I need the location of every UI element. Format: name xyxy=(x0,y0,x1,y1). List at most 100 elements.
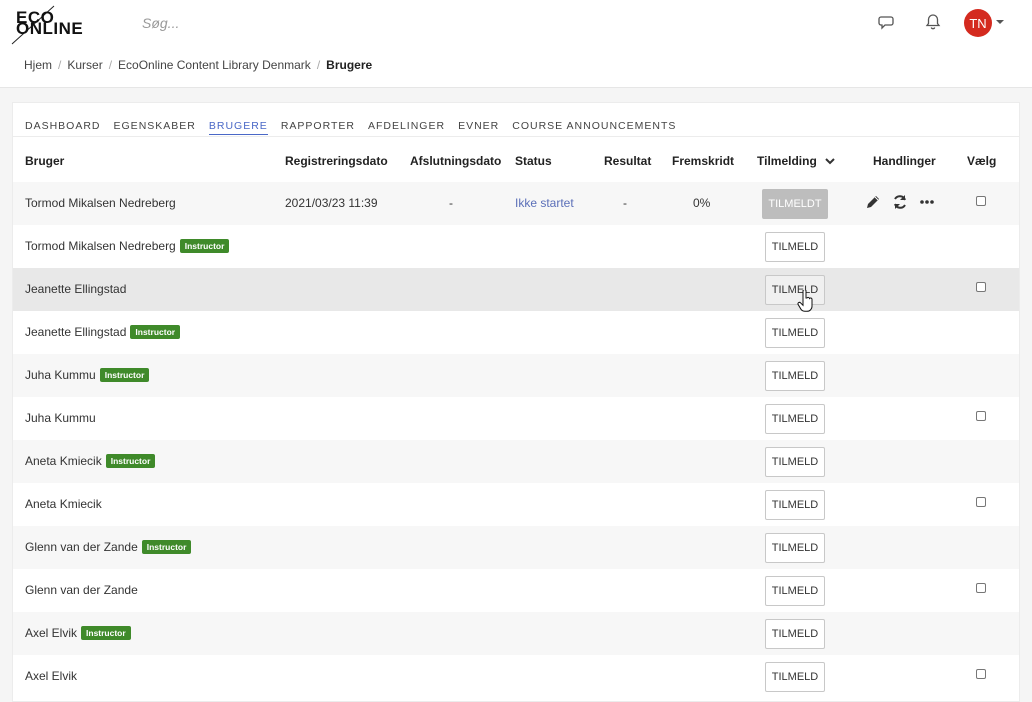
user-name-text: Axel Elvik xyxy=(25,626,78,640)
user-name-text: Tormod Mikalsen Nedreberg xyxy=(25,239,176,253)
header-progress[interactable]: Fremskridt xyxy=(672,154,734,168)
top-bar: ECO ONLINE TN xyxy=(0,0,1032,46)
enroll-button[interactable]: TILMELD xyxy=(765,361,825,391)
header-completed[interactable]: Afslutningsdato xyxy=(410,154,501,168)
tab-dashboard[interactable]: DASHBOARD xyxy=(25,120,101,135)
table-row: Juha Kummu Instructor TILMELD xyxy=(13,354,1019,397)
user-name: Juha Kummu Instructor xyxy=(25,368,150,382)
enroll-button[interactable]: TILMELD xyxy=(765,318,825,348)
enroll-button[interactable]: TILMELD xyxy=(765,232,825,262)
enroll-button[interactable]: TILMELD xyxy=(765,662,825,692)
instructor-badge: Instructor xyxy=(105,454,156,468)
instructor-badge: Instructor xyxy=(81,626,131,640)
more-options-icon[interactable] xyxy=(919,194,935,210)
breadcrumb: Hjem / Kurser / EcoOnline Content Library … xyxy=(24,58,373,72)
header-select: Vælg xyxy=(967,154,997,168)
table-row: Axel Elvik Instructor TILMELD xyxy=(13,612,1019,655)
instructor-badge: Instructor xyxy=(130,325,181,339)
select-checkbox[interactable] xyxy=(976,669,986,679)
completed-date: - xyxy=(449,196,453,210)
user-name-text: Juha Kummu xyxy=(25,368,96,382)
econline-logo[interactable]: ECO ONLINE xyxy=(10,4,90,46)
user-name: Jeanette Ellingstad Instructor xyxy=(25,325,181,339)
user-name: Aneta Kmiecik xyxy=(25,497,102,511)
bell-icon[interactable] xyxy=(924,13,942,31)
enroll-button[interactable]: TILMELD xyxy=(765,404,825,434)
user-avatar[interactable]: TN xyxy=(964,9,992,37)
user-name-text: Glenn van der Zande xyxy=(25,583,138,597)
table-row: Juha Kummu TILMELD xyxy=(13,397,1019,440)
header-result[interactable]: Resultat xyxy=(604,154,651,168)
enroll-button[interactable]: TILMELD xyxy=(765,447,825,477)
enroll-button[interactable]: TILMELD xyxy=(765,619,825,649)
user-name: Axel Elvik Instructor xyxy=(25,626,131,640)
select-checkbox[interactable] xyxy=(976,282,986,292)
user-name-text: Axel Elvik xyxy=(25,669,78,683)
enroll-button[interactable]: TILMELD xyxy=(765,533,825,563)
breadcrumb-item[interactable]: EcoOnline Content Library Denmark xyxy=(118,58,311,72)
tab-course-announcements[interactable]: COURSE ANNOUNCEMENTS xyxy=(512,120,676,135)
table-row: Tormod Mikalsen Nedreberg 2021/03/23 11:… xyxy=(13,182,1019,225)
user-name: Juha Kummu xyxy=(25,411,96,425)
user-name: Tormod Mikalsen Nedreberg Instructor xyxy=(25,239,230,253)
user-name: Jeanette Ellingstad xyxy=(25,282,126,296)
refresh-icon[interactable] xyxy=(892,194,908,210)
tab-rapporter[interactable]: RAPPORTER xyxy=(281,120,355,135)
table-row: Aneta Kmiecik Instructor TILMELD xyxy=(13,440,1019,483)
tab-egenskaber[interactable]: EGENSKABER xyxy=(114,120,196,135)
user-name-text: Aneta Kmiecik xyxy=(25,497,102,511)
hand-cursor-icon xyxy=(797,290,813,312)
instructor-badge: Instructor xyxy=(141,540,192,554)
select-checkbox[interactable] xyxy=(976,196,986,206)
user-name: Glenn van der Zande Instructor xyxy=(25,540,192,554)
user-name-text: Jeanette Ellingstad xyxy=(25,282,127,296)
enrolled-button[interactable]: TILMELDT xyxy=(762,189,828,219)
header-actions: Handlinger xyxy=(873,154,936,168)
table-row: Axel Elvik TILMELD xyxy=(13,655,1019,698)
enroll-button[interactable]: TILMELD xyxy=(765,490,825,520)
table-row: Jeanette Ellingstad TILMELD xyxy=(13,268,1019,311)
user-name: Aneta Kmiecik Instructor xyxy=(25,454,156,468)
user-name: Axel Elvik xyxy=(25,669,77,683)
search-input[interactable] xyxy=(142,14,442,32)
user-name: Glenn van der Zande xyxy=(25,583,138,597)
select-checkbox[interactable] xyxy=(976,583,986,593)
instructor-badge: Instructor xyxy=(99,368,150,382)
table-header: Bruger Registreringsdato Afslutningsdato… xyxy=(13,137,1019,183)
header-registered[interactable]: Registreringsdato xyxy=(285,154,388,168)
user-name-text: Aneta Kmiecik xyxy=(25,454,102,468)
edit-pencil-icon[interactable] xyxy=(865,194,881,210)
header-user[interactable]: Bruger xyxy=(25,154,64,168)
select-checkbox[interactable] xyxy=(976,497,986,507)
header-status[interactable]: Status xyxy=(515,154,552,168)
table-row: Tormod Mikalsen Nedreberg Instructor TILME… xyxy=(13,225,1019,268)
logo-line2: ONLINE xyxy=(16,19,84,38)
tab-afdelinger[interactable]: AFDELINGER xyxy=(368,120,445,135)
table-row: Glenn van der Zande Instructor TILMELD xyxy=(13,526,1019,569)
breadcrumb-item[interactable]: Kurser xyxy=(67,58,102,72)
table-row: Jeanette Ellingstad Instructor TILMELD xyxy=(13,311,1019,354)
status-link[interactable]: Ikke startet xyxy=(515,196,574,210)
header-enrollment[interactable]: Tilmelding xyxy=(757,154,836,168)
progress-value: 0% xyxy=(693,196,711,210)
user-name: Tormod Mikalsen Nedreberg xyxy=(25,196,176,210)
user-name-text: Juha Kummu xyxy=(25,411,96,425)
users-panel: DASHBOARD EGENSKABER BRUGERE RAPPORTER A… xyxy=(12,102,1020,702)
breadcrumb-item[interactable]: Hjem xyxy=(24,58,52,72)
tab-evner[interactable]: EVNER xyxy=(458,120,499,135)
instructor-badge: Instructor xyxy=(179,239,230,253)
table-row: Glenn van der Zande TILMELD xyxy=(13,569,1019,612)
chat-icon[interactable] xyxy=(878,13,896,31)
user-name-text: Jeanette Ellingstad xyxy=(25,325,127,339)
enroll-button[interactable]: TILMELD xyxy=(765,275,825,305)
chevron-down-icon xyxy=(825,158,835,165)
avatar-dropdown-caret-icon[interactable] xyxy=(996,20,1004,24)
enroll-button[interactable]: TILMELD xyxy=(765,576,825,606)
user-name-text: Glenn van der Zande xyxy=(25,540,138,554)
result-value: - xyxy=(623,196,627,210)
course-tabs: DASHBOARD EGENSKABER BRUGERE RAPPORTER A… xyxy=(25,120,689,135)
select-checkbox[interactable] xyxy=(976,411,986,421)
table-row: Aneta Kmiecik TILMELD xyxy=(13,483,1019,526)
breadcrumb-bar: Hjem / Kurser / EcoOnline Content Library … xyxy=(0,46,1032,88)
tab-brugere[interactable]: BRUGERE xyxy=(208,120,268,135)
